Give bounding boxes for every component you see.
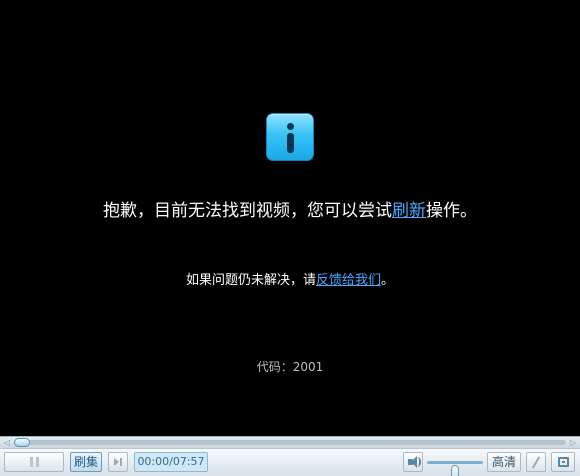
refresh-button[interactable]: 刷集 <box>70 452 102 472</box>
progress-bar[interactable]: ◁ ▷ <box>0 436 580 448</box>
error-message-suffix: 操作。 <box>426 201 477 221</box>
play-pause-button[interactable] <box>4 452 64 472</box>
volume-slider[interactable] <box>427 461 483 476</box>
chevron-left-icon[interactable]: ◁ <box>1 438 13 448</box>
expand-toggle-button[interactable] <box>526 452 546 472</box>
refresh-link[interactable]: 刷新 <box>392 201 426 221</box>
feedback-message-suffix: 。 <box>381 273 395 288</box>
volume-thumb[interactable] <box>451 465 459 476</box>
seek-track[interactable] <box>14 438 566 447</box>
control-bar: 刷集 00:00/07:57 高清 <box>0 448 580 476</box>
quality-button[interactable]: 高清 <box>487 452 521 472</box>
video-player: 抱歉，目前无法找到视频，您可以尝试刷新操作。 如果问题仍未解决，请反馈给我们。 … <box>0 0 580 476</box>
skip-next-icon <box>114 458 119 466</box>
feedback-link[interactable]: 反馈给我们 <box>316 273 381 288</box>
error-message-prefix: 抱歉，目前无法找到视频，您可以尝试 <box>103 201 392 221</box>
error-message: 抱歉，目前无法找到视频，您可以尝试刷新操作。 <box>0 199 580 223</box>
error-code: 代码：2001 <box>256 360 324 374</box>
seek-thumb[interactable] <box>14 438 30 447</box>
mute-button[interactable] <box>403 452 423 472</box>
chevron-right-icon[interactable]: ▷ <box>567 438 579 448</box>
pause-icon <box>30 457 39 467</box>
fullscreen-icon <box>558 457 569 467</box>
next-button[interactable] <box>108 452 128 472</box>
time-display: 00:00/07:57 <box>134 452 208 472</box>
fullscreen-button[interactable] <box>551 452 575 472</box>
info-icon <box>266 113 314 161</box>
slash-icon <box>531 456 541 469</box>
feedback-message: 如果问题仍未解决，请反馈给我们。 <box>0 272 580 290</box>
feedback-message-prefix: 如果问题仍未解决，请 <box>185 273 316 288</box>
